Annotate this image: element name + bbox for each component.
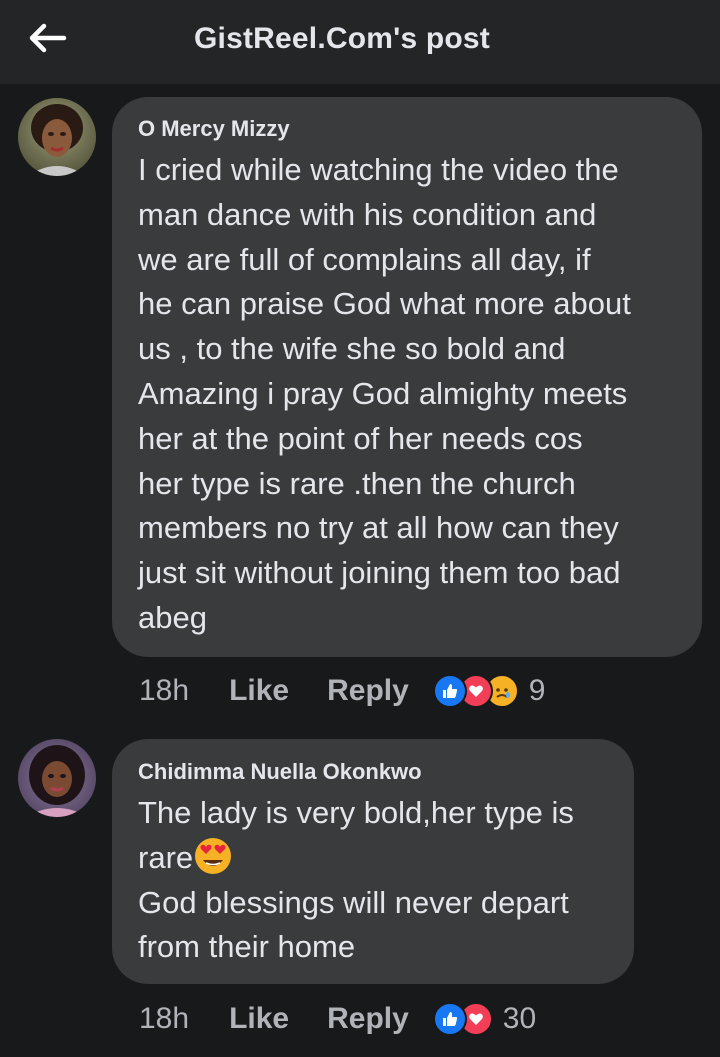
- comment-author[interactable]: Chidimma Nuella Okonkwo: [138, 759, 610, 785]
- reactions-summary[interactable]: 30: [432, 1002, 537, 1036]
- comment-text-line: The lady is very bold,her type is: [138, 795, 574, 830]
- avatar[interactable]: [18, 98, 96, 176]
- comment-actions: 18h Like Reply 30: [139, 999, 536, 1039]
- heart-eyes-emoji-icon: [195, 837, 232, 874]
- comment-text-line: rare: [138, 836, 610, 881]
- like-icon: [432, 1002, 467, 1036]
- reaction-count: 9: [528, 674, 546, 707]
- comment-text-line: God blessings will never depart from the…: [138, 884, 569, 965]
- reply-button[interactable]: Reply: [327, 1002, 409, 1036]
- like-button[interactable]: Like: [229, 674, 289, 708]
- avatar[interactable]: [18, 739, 96, 817]
- like-icon: [432, 674, 467, 708]
- comment-text-word: rare: [138, 839, 194, 875]
- comment-actions: 18h Like Reply 9: [139, 671, 545, 711]
- top-bar: GistReel.Com's post: [0, 0, 720, 84]
- profile-photo-icon: [18, 739, 96, 817]
- comment-timestamp[interactable]: 18h: [139, 1002, 189, 1036]
- reaction-count: 30: [502, 1002, 537, 1035]
- profile-photo-icon: [18, 98, 96, 176]
- comment-bubble: O Mercy Mizzy I cried while watching the…: [112, 97, 702, 657]
- page-title: GistReel.Com's post: [194, 22, 490, 55]
- reactions-summary[interactable]: 9: [432, 674, 546, 708]
- reply-button[interactable]: Reply: [327, 674, 409, 708]
- comment-bubble: Chidimma Nuella Okonkwo The lady is very…: [112, 739, 634, 984]
- like-button[interactable]: Like: [229, 1002, 289, 1036]
- comment-author[interactable]: O Mercy Mizzy: [138, 116, 678, 142]
- comment-timestamp[interactable]: 18h: [139, 674, 189, 708]
- comment-text: The lady is very bold,her type is rare G…: [138, 791, 610, 970]
- comment-text: I cried while watching the video the man…: [138, 152, 631, 635]
- comment-list: O Mercy Mizzy I cried while watching the…: [0, 84, 720, 1057]
